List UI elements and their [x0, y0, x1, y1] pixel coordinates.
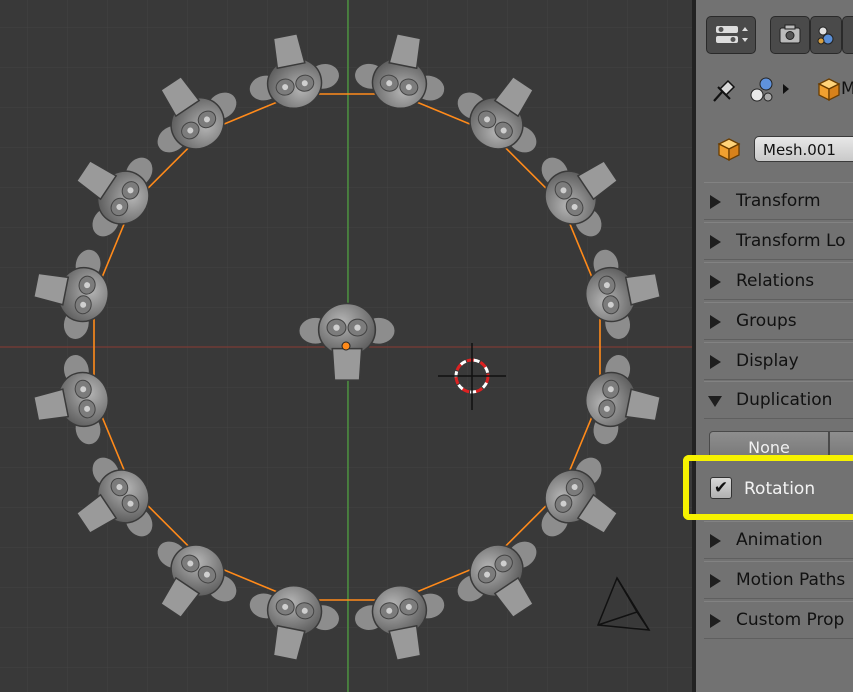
- panel-section-custom-prop[interactable]: Custom Prop: [704, 601, 853, 639]
- expanded-triangle-icon: [708, 396, 722, 407]
- section-label: Groups: [736, 311, 797, 331]
- section-label: Transform Lo: [736, 231, 846, 251]
- object-name-field[interactable]: Mesh.001: [754, 136, 853, 162]
- mesh-cube-icon: [717, 138, 741, 162]
- panel-section-transform[interactable]: Transform: [704, 182, 853, 220]
- collapsed-triangle-icon: [710, 235, 721, 249]
- properties-panel: M Mesh.001 Transform Transform Lo Relation…: [696, 0, 853, 692]
- editor-type-button[interactable]: [706, 16, 756, 54]
- breadcrumb-object-label: M: [841, 79, 853, 99]
- scene-tab-button[interactable]: [810, 16, 842, 54]
- panel-section-animation[interactable]: Animation: [704, 521, 853, 559]
- section-label: Duplication: [736, 390, 833, 410]
- collapsed-triangle-icon: [710, 534, 721, 548]
- panel-section-motion-paths[interactable]: Motion Paths: [704, 561, 853, 599]
- collapsed-triangle-icon: [710, 614, 721, 628]
- collapsed-triangle-icon: [710, 275, 721, 289]
- collapsed-triangle-icon: [710, 355, 721, 369]
- pin-icon[interactable]: [710, 77, 740, 105]
- section-label: Animation: [736, 530, 823, 550]
- section-label: Transform: [736, 191, 821, 211]
- highlight-annotation: [683, 455, 853, 520]
- collapsed-triangle-icon: [710, 574, 721, 588]
- section-label: Display: [736, 351, 799, 371]
- object-cube-icon: [817, 78, 841, 102]
- render-tab-button[interactable]: [770, 16, 810, 54]
- section-label: Motion Paths: [736, 570, 846, 590]
- collapsed-triangle-icon: [710, 315, 721, 329]
- section-label: Relations: [736, 271, 815, 291]
- scene-icon: [817, 26, 834, 45]
- panel-section-relations[interactable]: Relations: [704, 262, 853, 300]
- editor-type-icon: [716, 26, 748, 43]
- panel-section-transform-lo[interactable]: Transform Lo: [704, 222, 853, 260]
- camera-icon: [779, 24, 801, 44]
- collapsed-triangle-icon: [710, 195, 721, 209]
- breadcrumb-arrow-icon: [783, 84, 789, 94]
- object-data-icon: [750, 77, 773, 102]
- panel-section-display[interactable]: Display: [704, 342, 853, 380]
- world-tab-button[interactable]: [842, 16, 853, 54]
- origin-dot: [341, 341, 351, 351]
- 3d-viewport[interactable]: [0, 0, 694, 692]
- panel-section-duplication[interactable]: Duplication: [704, 381, 853, 419]
- section-label: Custom Prop: [736, 610, 845, 630]
- panel-section-groups[interactable]: Groups: [704, 302, 853, 340]
